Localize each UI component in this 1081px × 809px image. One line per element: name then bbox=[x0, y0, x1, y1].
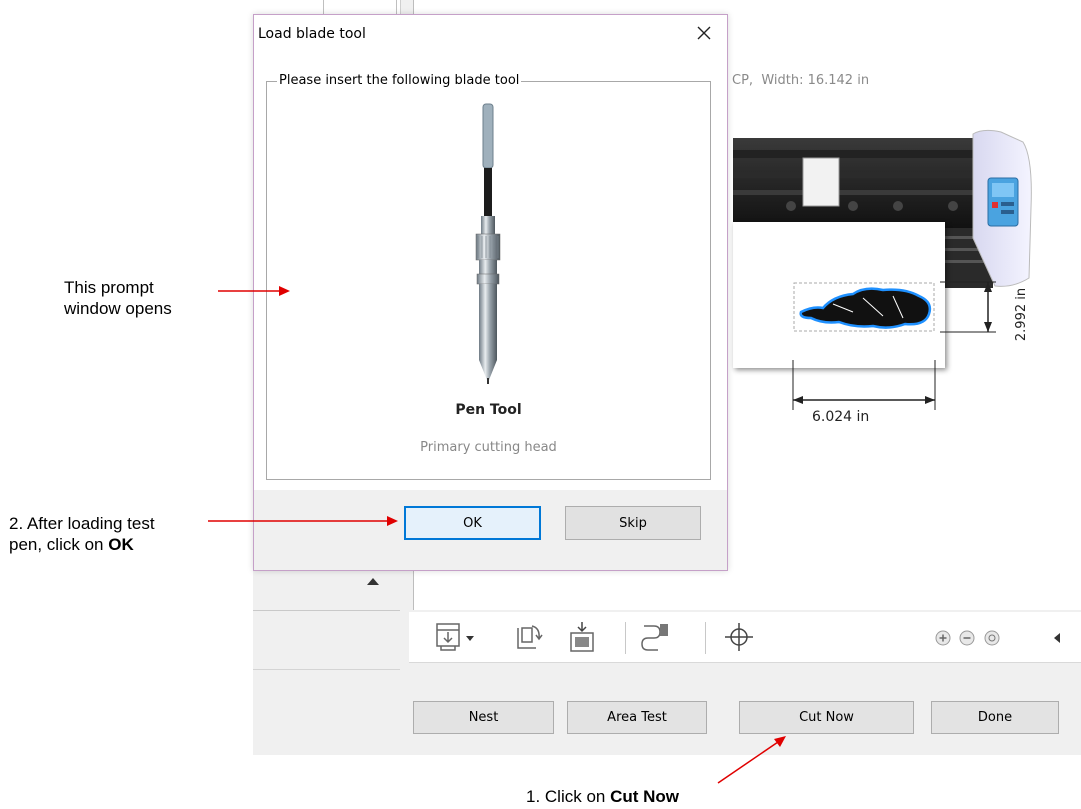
tool-name: Pen Tool bbox=[455, 402, 522, 418]
panel-divider bbox=[323, 0, 324, 14]
annotation-bold: Cut Now bbox=[610, 787, 680, 806]
rotate-icon[interactable] bbox=[512, 620, 546, 654]
width-dimension-label: 6.024 in bbox=[812, 409, 870, 425]
collapse-up-icon[interactable] bbox=[367, 578, 379, 585]
nest-button[interactable]: Nest bbox=[413, 701, 554, 734]
crosshair-icon[interactable] bbox=[722, 620, 756, 654]
material-info-text: CP, Width: 16.142 in bbox=[732, 73, 870, 88]
pen-tool-image bbox=[475, 103, 501, 384]
fit-icon[interactable] bbox=[984, 630, 1000, 646]
annotation-step-1: 1. Click on Cut Now bbox=[526, 786, 679, 807]
tool-description: Primary cutting head bbox=[420, 440, 557, 455]
annotation-text: 2. After loading test bbox=[9, 514, 155, 533]
area-test-button[interactable]: Area Test bbox=[567, 701, 707, 734]
annotation-prompt: This prompt window opens bbox=[64, 277, 172, 319]
annotation-text: 1. Click on bbox=[526, 787, 611, 806]
output-icon[interactable] bbox=[432, 620, 466, 654]
annotation-bold: OK bbox=[108, 535, 134, 554]
annotation-text: This prompt bbox=[64, 278, 154, 297]
annotation-text: pen, click on bbox=[9, 535, 109, 554]
panel-divider bbox=[253, 610, 400, 611]
close-icon[interactable] bbox=[693, 22, 715, 44]
skip-button[interactable]: Skip bbox=[565, 506, 701, 540]
annotation-text: window opens bbox=[64, 299, 172, 318]
zoom-out-icon[interactable] bbox=[959, 630, 975, 646]
annotation-step-2: 2. After loading test pen, click on OK bbox=[9, 513, 155, 555]
done-button[interactable]: Done bbox=[931, 701, 1059, 734]
dialog-title: Load blade tool bbox=[258, 26, 366, 42]
toolbar-divider bbox=[625, 622, 626, 654]
weed-icon[interactable] bbox=[638, 620, 672, 654]
cut-now-button[interactable]: Cut Now bbox=[739, 701, 914, 734]
dimension-lines bbox=[792, 281, 996, 410]
scroll-left-icon[interactable] bbox=[1052, 630, 1062, 646]
place-icon[interactable] bbox=[565, 620, 599, 654]
toolbar-divider bbox=[705, 622, 706, 654]
group-label: Please insert the following blade tool bbox=[277, 73, 522, 88]
zoom-in-icon[interactable] bbox=[935, 630, 951, 646]
height-dimension-label: 2.992 in bbox=[1014, 287, 1030, 342]
dropdown-arrow-icon[interactable] bbox=[463, 620, 477, 654]
panel-divider bbox=[396, 0, 397, 14]
ok-button[interactable]: OK bbox=[404, 506, 541, 540]
